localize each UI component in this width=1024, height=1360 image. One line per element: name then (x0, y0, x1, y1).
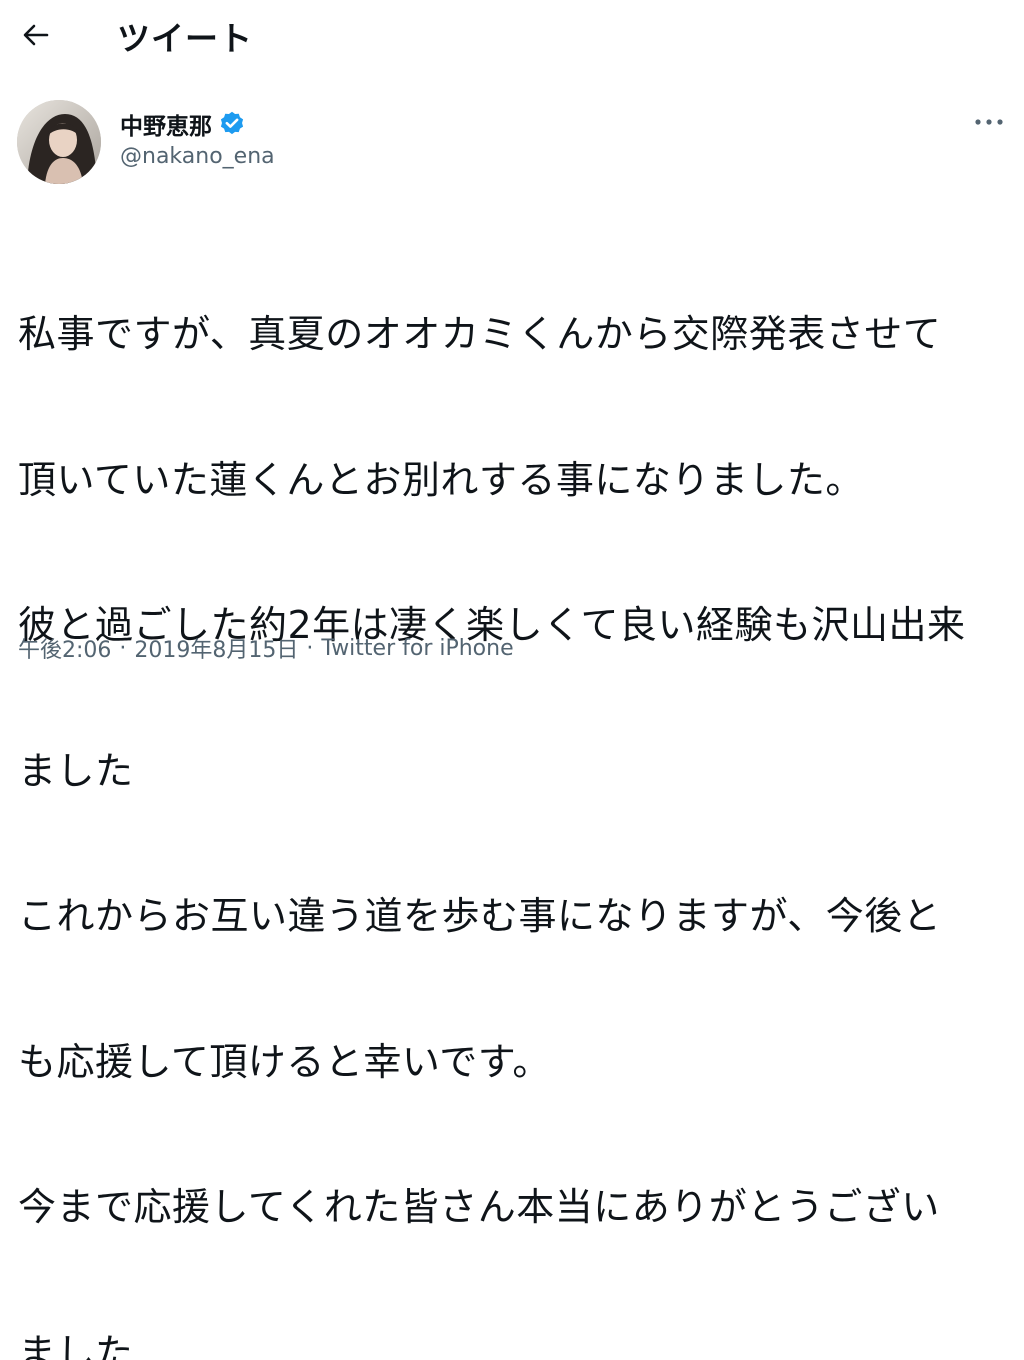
avatar-photo (17, 100, 101, 184)
tweet-line: ました (18, 747, 1013, 796)
tweet-date[interactable]: 2019年8月15日 (134, 632, 298, 664)
tweet-line: ました (18, 1329, 1013, 1360)
avatar[interactable] (17, 100, 101, 184)
tweet-line: 頂いていた蓮くんとお別れする事になりました。 (18, 456, 1013, 505)
meta-separator: · (119, 636, 126, 661)
tweet-line: 私事ですが、真夏のオオカミくんから交際発表させて (18, 310, 1013, 359)
author-handle[interactable]: @nakano_ena (120, 144, 275, 169)
top-bar: ツイート (0, 0, 1024, 70)
tweet-source[interactable]: Twitter for iPhone (321, 636, 513, 661)
tweet-line: 今まで応援してくれた皆さん本当にありがとうござい (18, 1183, 1013, 1232)
meta-separator: · (306, 636, 313, 661)
tweet-time[interactable]: 午後2:06 (18, 632, 111, 664)
tweet-text: 私事ですが、真夏のオオカミくんから交際発表させて 頂いていた蓮くんとお別れする事… (18, 213, 1013, 1360)
page-title: ツイート (117, 12, 253, 60)
more-options-button[interactable] (968, 104, 1010, 140)
display-name[interactable]: 中野恵那 (120, 107, 212, 141)
author-name-row: 中野恵那 (120, 107, 246, 141)
tweet-line: これからお互い違う道を歩む事になりますが、今後と (18, 892, 1013, 941)
more-horizontal-icon (974, 118, 1004, 126)
verified-badge-icon (218, 110, 246, 138)
arrow-left-icon (23, 24, 49, 46)
tweet-line: も応援して頂けると幸いです。 (18, 1038, 1013, 1087)
back-button[interactable] (16, 17, 56, 53)
tweet-meta: 午後2:06 · 2019年8月15日 · Twitter for iPhone (18, 632, 514, 664)
